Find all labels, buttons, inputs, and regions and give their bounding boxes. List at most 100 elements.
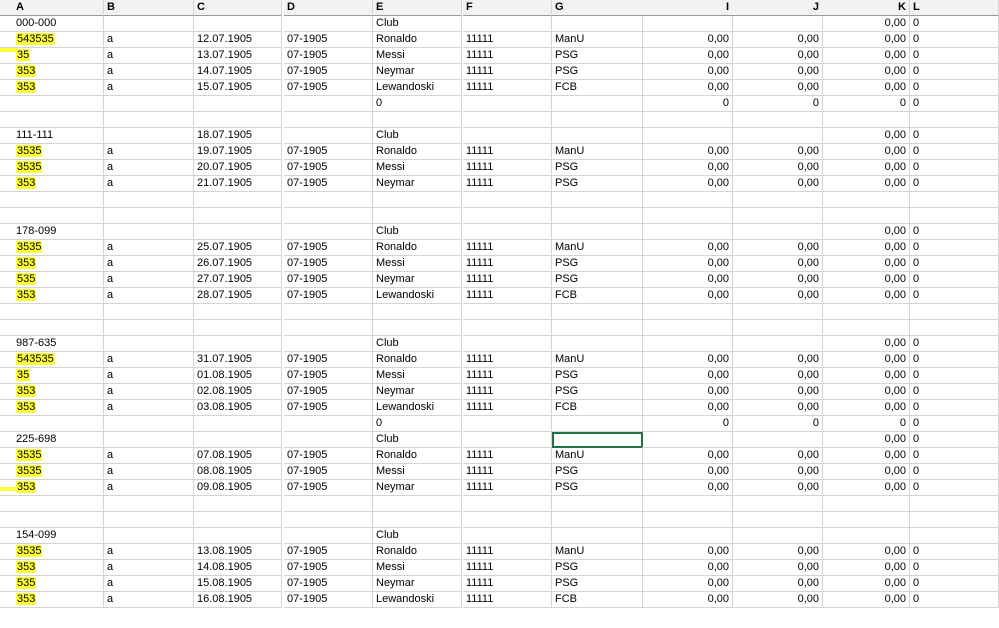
cell-j[interactable] <box>732 320 823 336</box>
cell-g[interactable]: PSG <box>552 368 643 384</box>
cell-i[interactable] <box>642 208 733 224</box>
cell-e[interactable]: Club <box>373 128 462 144</box>
cell-j[interactable] <box>732 208 823 224</box>
cell-l[interactable]: 0 <box>910 352 999 368</box>
cell-j[interactable] <box>732 496 823 512</box>
cell-b[interactable]: a <box>104 144 194 160</box>
cell-d[interactable] <box>284 224 373 240</box>
cell-l[interactable]: 0 <box>910 464 999 480</box>
cell-g[interactable] <box>552 336 643 352</box>
cell-g[interactable] <box>552 512 643 528</box>
cell-f[interactable]: 11111 <box>463 592 552 608</box>
cell-c[interactable] <box>194 224 282 240</box>
cell-i[interactable]: 0,00 <box>642 384 733 400</box>
cell-e[interactable]: Ronaldo <box>373 144 462 160</box>
cell-e[interactable]: Neymar <box>373 576 462 592</box>
cell-d[interactable]: 07-1905 <box>284 272 373 288</box>
cell-e[interactable]: Club <box>373 224 462 240</box>
cell-k[interactable] <box>822 112 910 128</box>
cell-d[interactable]: 07-1905 <box>284 464 373 480</box>
cell-e[interactable] <box>373 512 462 528</box>
cell-l[interactable]: 0 <box>910 384 999 400</box>
cell-l[interactable]: 0 <box>910 80 999 96</box>
cell-a[interactable]: 543535 <box>0 32 104 48</box>
cell-f[interactable]: 11111 <box>463 64 552 80</box>
cell-g[interactable]: FCB <box>552 80 643 96</box>
cell-e[interactable]: Messi <box>373 368 462 384</box>
cell-a[interactable]: 3535 <box>0 464 104 480</box>
cell-k[interactable]: 0,00 <box>822 464 910 480</box>
cell-j[interactable] <box>732 512 823 528</box>
column-header-a[interactable]: A <box>0 0 104 16</box>
cell-f[interactable] <box>463 528 552 544</box>
cell-b[interactable]: a <box>104 352 194 368</box>
cell-g[interactable] <box>552 128 643 144</box>
cell-l[interactable]: 0 <box>910 272 999 288</box>
cell-c[interactable] <box>194 304 282 320</box>
cell-f[interactable] <box>463 336 552 352</box>
cell-k[interactable]: 0,00 <box>822 48 910 64</box>
cell-k[interactable]: 0,00 <box>822 240 910 256</box>
cell-l[interactable] <box>910 208 999 224</box>
cell-g[interactable]: PSG <box>552 384 643 400</box>
cell-a[interactable]: 3535 <box>0 144 104 160</box>
cell-l[interactable]: 0 <box>910 416 999 432</box>
cell-e[interactable]: Ronaldo <box>373 32 462 48</box>
cell-d[interactable] <box>284 512 373 528</box>
cell-a[interactable]: 154-099 <box>0 528 104 544</box>
cell-k[interactable]: 0,00 <box>822 80 910 96</box>
cell-k[interactable]: 0,00 <box>822 400 910 416</box>
cell-g[interactable]: PSG <box>552 480 643 496</box>
cell-a[interactable]: 535 <box>0 576 104 592</box>
cell-c[interactable]: 09.08.1905 <box>194 480 282 496</box>
cell-j[interactable]: 0,00 <box>732 176 823 192</box>
cell-e[interactable]: Ronaldo <box>373 448 462 464</box>
cell-a[interactable] <box>0 208 104 224</box>
cell-i[interactable]: 0,00 <box>642 48 733 64</box>
cell-c[interactable] <box>194 432 282 448</box>
cell-l[interactable]: 0 <box>910 96 999 112</box>
cell-i[interactable] <box>642 16 733 32</box>
cell-i[interactable]: 0,00 <box>642 448 733 464</box>
cell-e[interactable]: Ronaldo <box>373 240 462 256</box>
cell-f[interactable] <box>463 496 552 512</box>
column-header-i[interactable]: I <box>642 0 733 16</box>
cell-c[interactable]: 07.08.1905 <box>194 448 282 464</box>
cell-a[interactable]: 3535 <box>0 240 104 256</box>
cell-d[interactable] <box>284 192 373 208</box>
cell-d[interactable]: 07-1905 <box>284 256 373 272</box>
cell-i[interactable]: 0,00 <box>642 32 733 48</box>
cell-b[interactable]: a <box>104 48 194 64</box>
cell-e[interactable]: Neymar <box>373 272 462 288</box>
cell-g[interactable] <box>552 528 643 544</box>
cell-e[interactable] <box>373 304 462 320</box>
cell-j[interactable] <box>732 224 823 240</box>
cell-f[interactable]: 11111 <box>463 288 552 304</box>
cell-b[interactable]: a <box>104 272 194 288</box>
cell-e[interactable]: Neymar <box>373 64 462 80</box>
cell-a[interactable]: 111-111 <box>0 128 104 144</box>
cell-g[interactable] <box>552 192 643 208</box>
cell-l[interactable] <box>910 192 999 208</box>
cell-e[interactable]: Messi <box>373 48 462 64</box>
cell-k[interactable]: 0,00 <box>822 272 910 288</box>
cell-k[interactable]: 0,00 <box>822 592 910 608</box>
cell-d[interactable]: 07-1905 <box>284 352 373 368</box>
cell-i[interactable]: 0,00 <box>642 368 733 384</box>
cell-d[interactable] <box>284 128 373 144</box>
cell-j[interactable]: 0,00 <box>732 288 823 304</box>
cell-e[interactable]: Lewandoski <box>373 592 462 608</box>
cell-c[interactable]: 25.07.1905 <box>194 240 282 256</box>
cell-f[interactable] <box>463 112 552 128</box>
cell-e[interactable] <box>373 208 462 224</box>
cell-e[interactable]: Lewandoski <box>373 400 462 416</box>
cell-k[interactable]: 0,00 <box>822 144 910 160</box>
cell-b[interactable]: a <box>104 256 194 272</box>
cell-i[interactable] <box>642 304 733 320</box>
cell-k[interactable]: 0,00 <box>822 256 910 272</box>
cell-i[interactable] <box>642 432 733 448</box>
cell-b[interactable] <box>104 512 194 528</box>
cell-d[interactable]: 07-1905 <box>284 384 373 400</box>
cell-i[interactable]: 0,00 <box>642 560 733 576</box>
cell-f[interactable] <box>463 416 552 432</box>
